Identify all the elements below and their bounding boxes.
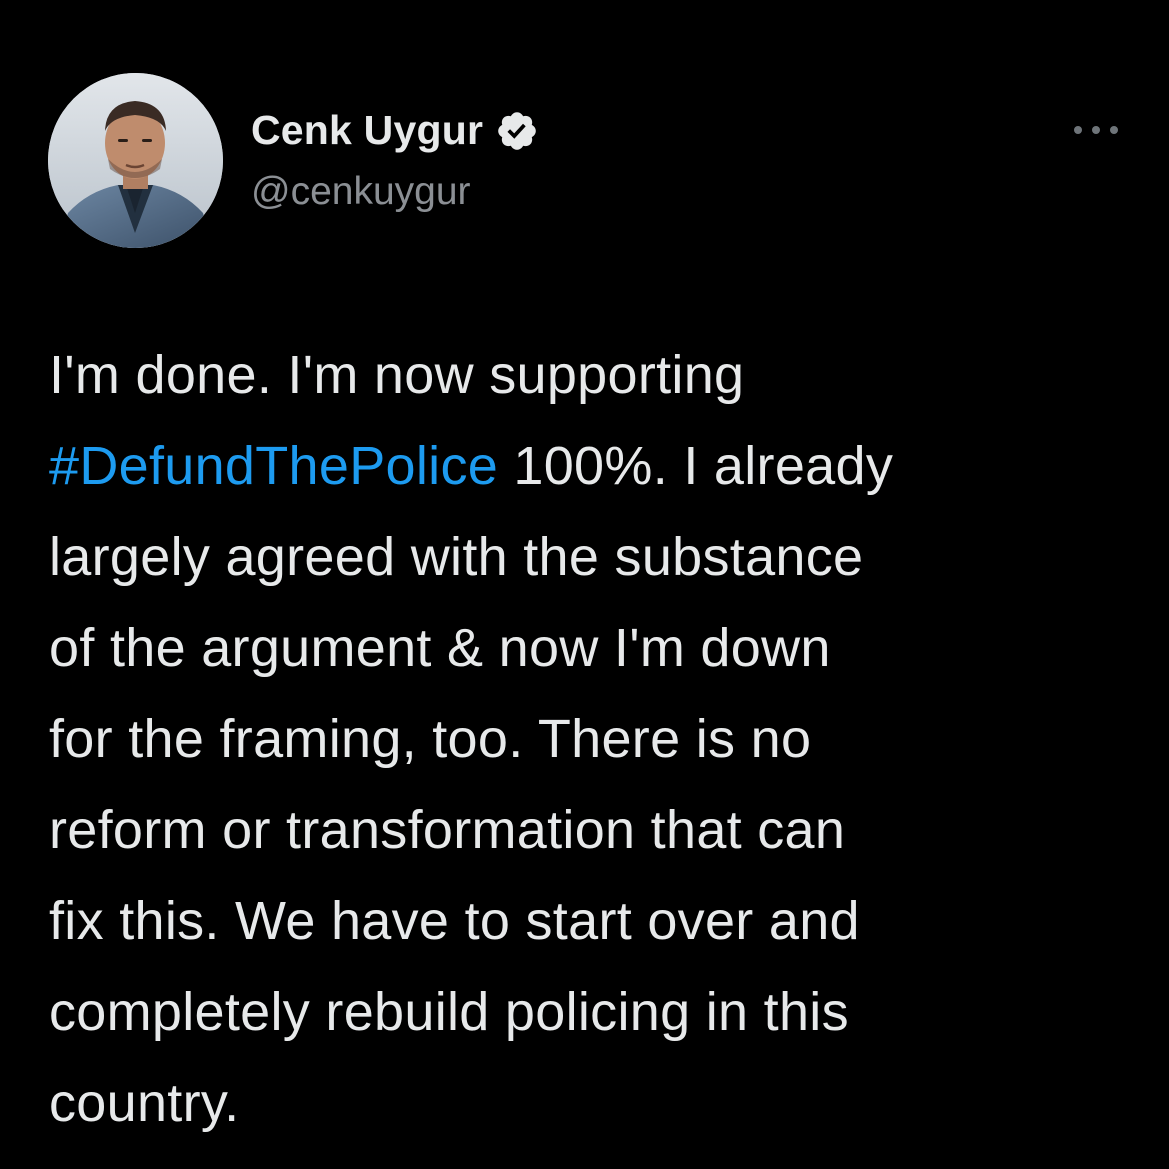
tweet-text-line: for the framing, too. There is no bbox=[49, 709, 812, 769]
author-handle[interactable]: @cenkuygur bbox=[251, 170, 471, 214]
tweet-text-line: I'm done. I'm now supporting bbox=[49, 345, 745, 405]
tweet: Cenk Uygur @cenkuygur I'm done. I'm now … bbox=[0, 0, 1169, 1169]
verified-badge-icon bbox=[495, 109, 539, 153]
more-options-icon bbox=[1074, 126, 1118, 134]
author-name-row: Cenk Uygur bbox=[251, 103, 539, 157]
hashtag-link[interactable]: #DefundThePolice bbox=[49, 436, 498, 496]
tweet-text-line: largely agreed with the substance bbox=[49, 527, 864, 587]
tweet-text-line: of the argument & now I'm down bbox=[49, 618, 831, 678]
tweet-text-line: #DefundThePolice 100%. I already bbox=[49, 421, 1139, 512]
author-display-name[interactable]: Cenk Uygur bbox=[251, 107, 483, 154]
tweet-text-line: completely rebuild policing in this bbox=[49, 982, 849, 1042]
tweet-text-segment: 100%. I already bbox=[498, 436, 894, 496]
avatar-image bbox=[48, 73, 223, 248]
tweet-text-line: reform or transformation that can bbox=[49, 800, 846, 860]
tweet-text-line: country. bbox=[49, 1073, 240, 1133]
avatar[interactable] bbox=[48, 73, 223, 248]
tweet-text-line: fix this. We have to start over and bbox=[49, 891, 860, 951]
tweet-text: I'm done. I'm now supporting #DefundTheP… bbox=[49, 330, 1139, 1149]
more-options-button[interactable] bbox=[1066, 110, 1126, 150]
